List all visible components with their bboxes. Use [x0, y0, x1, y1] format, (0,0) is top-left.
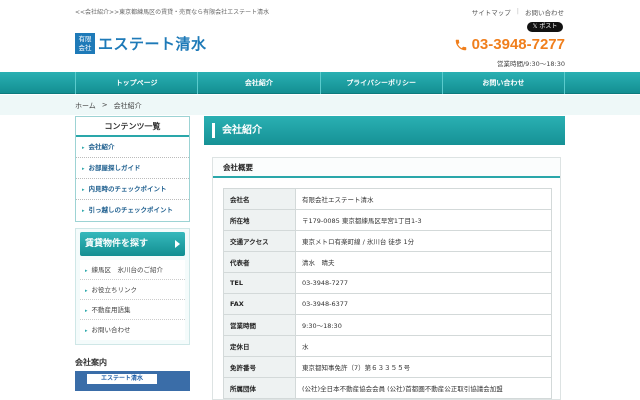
row-value: 清水 晴夫: [295, 251, 552, 273]
sitemap-link[interactable]: サイトマップ: [472, 7, 511, 17]
section-title: 会社概要: [213, 158, 560, 178]
storefront-sign: エステート清水: [87, 374, 157, 384]
sidebar: コンテンツ一覧 会社紹介 お部屋探しガイド 内見時のチェックポイント 引っ越しの…: [75, 116, 190, 391]
contents-title: コンテンツ一覧: [76, 117, 189, 137]
row-label: 所在地: [223, 209, 296, 231]
contents-box: コンテンツ一覧 会社紹介 お部屋探しガイド 内見時のチェックポイント 引っ越しの…: [75, 116, 190, 222]
row-value: 03-3948-6377: [295, 293, 552, 315]
nav-privacy[interactable]: プライバシーポリシー: [319, 72, 442, 94]
sidebar-link-useful[interactable]: お役立ちリンク: [80, 280, 185, 300]
row-value: 東京メトロ有楽町線 / 氷川台 徒歩 1分: [295, 230, 552, 252]
company-photo: エステート清水: [75, 371, 190, 391]
sidebar-item-viewing-check[interactable]: 内見時のチェックポイント: [76, 179, 189, 200]
table-row: 定休日水: [223, 335, 552, 357]
sidebar-item-company[interactable]: 会社紹介: [76, 137, 189, 158]
row-value: 03-3948-7277: [295, 272, 552, 294]
row-label: FAX: [223, 293, 296, 315]
table-row: 免許番号 東京都知事免許（7）第６３３５５号: [223, 356, 552, 378]
global-nav: トップページ 会社紹介 プライバシーポリシー お問い合わせ: [0, 72, 640, 94]
company-guide-heading: 会社案内: [75, 358, 107, 367]
header-breadcrumb: <<会社紹介>>東京都練馬区の賃貸・売買なら有限会社エステート清水: [75, 9, 270, 16]
x-post-button[interactable]: 𝕏 ポスト: [527, 22, 563, 32]
company-info-table: 会社名 有限会社エステート清水 所在地 〒179-0085 東京都練馬区早宮1丁目1-…: [223, 188, 552, 399]
row-value: (公社)全日本不動産協会会員 (公社)首都圏不動産公正取引協議会加盟: [295, 377, 552, 399]
logo-mark-line1: 有限: [78, 34, 92, 43]
row-value: 〒179-0085 東京都練馬区早宮1丁目1-3: [295, 209, 552, 231]
link-separator: |: [516, 7, 519, 15]
logo-name: エステート清水: [98, 34, 207, 53]
sidebar-link-area[interactable]: 練馬区 氷川台のご紹介: [80, 260, 185, 280]
header-links: サイトマップ | お問い合わせ: [472, 7, 564, 17]
page-title: 会社紹介: [204, 116, 565, 145]
nav-contact[interactable]: お問い合わせ: [441, 72, 565, 94]
row-label: 免許番号: [223, 356, 296, 378]
sidebar-link-glossary[interactable]: 不動産用語集: [80, 300, 185, 320]
row-label: 所属団体: [223, 377, 296, 399]
sidebar-links: 練馬区 氷川台のご紹介 お役立ちリンク 不動産用語集 お問い合わせ: [80, 260, 185, 340]
table-row: 営業時間 9:30～18:30: [223, 314, 552, 336]
row-label: 代表者: [223, 251, 296, 273]
contents-menu: 会社紹介 お部屋探しガイド 内見時のチェックポイント 引っ越しのチェックポイント: [76, 137, 189, 221]
top-bar: <<会社紹介>>東京都練馬区の賃貸・売買なら有限会社エステート清水 サイトマップ…: [0, 0, 640, 22]
table-row: 代表者 清水 晴夫: [223, 251, 552, 273]
row-value: 水: [295, 335, 552, 357]
nav-company[interactable]: 会社紹介: [197, 72, 319, 94]
contact-link[interactable]: お問い合わせ: [525, 7, 564, 17]
search-rental-button[interactable]: 賃貸物件を探す: [80, 232, 185, 256]
row-value: 9:30～18:30: [295, 314, 552, 336]
row-value: 東京都知事免許（7）第６３３５５号: [295, 356, 552, 378]
phone-block[interactable]: 03-3948-7277: [454, 36, 565, 53]
site-logo[interactable]: 有限 会社 エステート清水: [75, 32, 207, 54]
row-value: 有限会社エステート清水: [295, 188, 552, 210]
row-label: 会社名: [223, 188, 296, 210]
breadcrumb-home[interactable]: ホーム: [75, 101, 96, 111]
table-row: FAX 03-3948-6377: [223, 293, 552, 315]
breadcrumb-current: 会社紹介: [113, 102, 142, 110]
company-overview-panel: 会社概要 会社名 有限会社エステート清水 所在地 〒179-0085 東京都練馬区早宮…: [212, 157, 561, 400]
search-box: 賃貸物件を探す 練馬区 氷川台のご紹介 お役立ちリンク 不動産用語集 お問い合わ…: [75, 228, 190, 345]
phone-icon: [455, 39, 466, 50]
nav-top[interactable]: トップページ: [75, 72, 197, 94]
breadcrumb-separator: >: [101, 101, 108, 109]
sidebar-item-room-guide[interactable]: お部屋探しガイド: [76, 158, 189, 179]
phone-number: 03-3948-7277: [471, 36, 565, 53]
row-label: 営業時間: [223, 314, 296, 336]
row-label: TEL: [223, 272, 296, 294]
logo-mark: 有限 会社: [75, 32, 95, 54]
table-row: 所属団体 (公社)全日本不動産協会会員 (公社)首都圏不動産公正取引協議会加盟: [223, 377, 552, 399]
table-row: TEL 03-3948-7277: [223, 272, 552, 294]
table-row: 所在地 〒179-0085 東京都練馬区早宮1丁目1-3: [223, 209, 552, 231]
table-row: 会社名 有限会社エステート清水: [223, 188, 552, 210]
sidebar-link-contact[interactable]: お問い合わせ: [80, 320, 185, 340]
business-hours: 営業時間/9:30～18:30: [496, 60, 565, 68]
table-row: 交通アクセス 東京メトロ有楽町線 / 氷川台 徒歩 1分: [223, 230, 552, 252]
row-label: 交通アクセス: [223, 230, 296, 252]
sidebar-item-moving-check[interactable]: 引っ越しのチェックポイント: [76, 200, 189, 221]
logo-mark-line2: 会社: [78, 43, 92, 52]
breadcrumb: ホーム > 会社紹介: [0, 95, 640, 115]
row-label: 定休日: [223, 335, 296, 357]
main-content: 会社紹介 会社概要 会社名 有限会社エステート清水 所在地 〒179-0085 東京都…: [204, 116, 565, 400]
